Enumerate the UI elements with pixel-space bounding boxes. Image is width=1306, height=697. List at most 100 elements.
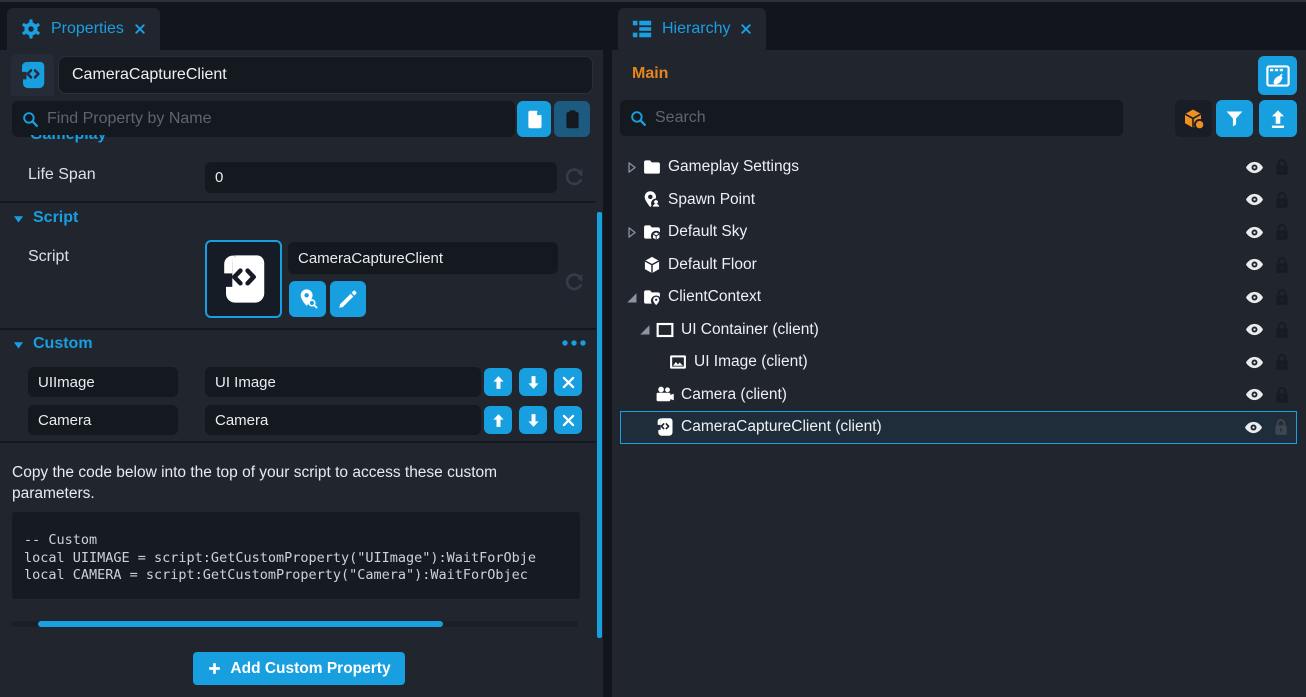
tree-row-ui-image[interactable]: UI Image (client): [620, 346, 1297, 379]
scene-name-label: Main: [632, 65, 668, 83]
custom-section-menu-icon[interactable]: [560, 338, 588, 348]
folder-pin-icon: [642, 287, 662, 307]
custom-parameters-help-text: Copy the code below into the top of your…: [12, 462, 568, 504]
code-line: local UIIMAGE = script:GetCustomProperty…: [24, 550, 580, 568]
code-line: -- Custom: [24, 532, 580, 550]
publish-scene-button[interactable]: [1258, 56, 1297, 95]
lock-icon[interactable]: [1272, 190, 1292, 210]
copy-properties-button[interactable]: [517, 101, 551, 137]
expand-collapsed-icon[interactable]: [623, 224, 640, 241]
chevron-down-icon[interactable]: [12, 213, 25, 226]
custom-property-name-input[interactable]: [28, 367, 178, 397]
hierarchy-search-box: [620, 100, 1123, 136]
vertical-scrollbar-thumb[interactable]: [597, 212, 602, 638]
expand-spacer: [636, 386, 653, 403]
chevron-down-icon[interactable]: [12, 339, 25, 352]
cube-icon: [642, 255, 662, 275]
close-x-icon: [560, 412, 577, 429]
custom-property-name-input[interactable]: [28, 405, 178, 435]
lock-icon[interactable]: [1272, 157, 1292, 177]
filter-button[interactable]: [1216, 100, 1253, 137]
section-custom-title[interactable]: Custom: [33, 335, 93, 353]
section-gameplay-title[interactable]: Gameplay: [30, 135, 106, 144]
lock-icon[interactable]: [1272, 287, 1292, 307]
custom-property-value-input[interactable]: [205, 367, 481, 397]
paste-properties-button[interactable]: [554, 101, 590, 137]
tree-row-default-floor[interactable]: Default Floor: [620, 249, 1297, 282]
collapse-expanded-icon[interactable]: [636, 321, 653, 338]
visibility-eye-icon[interactable]: [1244, 287, 1265, 308]
script-name-field[interactable]: [288, 242, 558, 274]
properties-scroll-area[interactable]: Gameplay Life Span Script Script: [0, 135, 596, 635]
visibility-eye-icon[interactable]: [1244, 222, 1265, 243]
delete-custom-property-button[interactable]: [554, 406, 582, 434]
lock-icon[interactable]: [1271, 417, 1291, 437]
expand-spacer: [623, 256, 640, 273]
collapse-expanded-icon[interactable]: [623, 289, 640, 306]
tab-properties-label: Properties: [51, 20, 124, 38]
property-search-input[interactable]: [47, 110, 506, 128]
hierarchy-body: Main Gameplay Settings: [612, 50, 1306, 697]
publish-scene-rocket-icon: [1265, 63, 1291, 89]
lock-icon[interactable]: [1272, 222, 1292, 242]
filter-funnel-icon: [1224, 108, 1245, 129]
hierarchy-panel: Hierarchy Main Gameplay Settings: [612, 0, 1306, 697]
script-row-label: Script: [28, 248, 69, 266]
object-name-input[interactable]: [58, 56, 593, 94]
tree-row-spawn-point[interactable]: Spawn Point: [620, 184, 1297, 217]
move-up-button[interactable]: [484, 406, 512, 434]
lock-icon[interactable]: [1272, 320, 1292, 340]
tab-hierarchy[interactable]: Hierarchy: [618, 8, 766, 50]
script-asset-thumbnail[interactable]: [205, 240, 282, 318]
ui-container-icon: [655, 320, 675, 340]
export-upload-button[interactable]: [1259, 100, 1297, 137]
visibility-eye-icon[interactable]: [1244, 352, 1265, 373]
tree-row-camera[interactable]: Camera (client): [620, 379, 1297, 412]
delete-custom-property-button[interactable]: [554, 368, 582, 396]
visibility-eye-icon[interactable]: [1244, 157, 1265, 178]
visibility-eye-icon[interactable]: [1244, 319, 1265, 340]
close-icon[interactable]: [133, 22, 147, 36]
expand-collapsed-icon[interactable]: [623, 159, 640, 176]
find-in-scene-pin-icon: [297, 288, 319, 310]
move-down-button[interactable]: [519, 368, 547, 396]
visibility-eye-icon[interactable]: [1243, 417, 1264, 438]
lock-icon[interactable]: [1272, 352, 1292, 372]
hierarchy-search-input[interactable]: [655, 109, 1114, 127]
expand-spacer: [623, 191, 640, 208]
script-icon: [217, 252, 271, 306]
template-button[interactable]: [1175, 100, 1212, 137]
arrow-up-icon: [490, 374, 507, 391]
tree-row-gameplay-settings[interactable]: Gameplay Settings: [620, 151, 1297, 184]
horizontal-scrollbar-thumb[interactable]: [38, 621, 443, 627]
tree-row-default-sky[interactable]: Default Sky: [620, 216, 1297, 249]
lock-icon[interactable]: [1272, 385, 1292, 405]
move-down-button[interactable]: [519, 406, 547, 434]
visibility-eye-icon[interactable]: [1244, 254, 1265, 275]
reset-icon[interactable]: [562, 270, 586, 294]
move-up-button[interactable]: [484, 368, 512, 396]
tab-properties[interactable]: Properties: [7, 8, 160, 50]
script-icon: [655, 417, 675, 437]
arrow-down-icon: [525, 412, 542, 429]
horizontal-scrollbar-track[interactable]: [12, 621, 578, 627]
script-icon: [18, 60, 48, 90]
tree-row-clientcontext[interactable]: ClientContext: [620, 281, 1297, 314]
spawn-point-icon: [642, 190, 662, 210]
life-span-input[interactable]: [205, 162, 557, 193]
section-script-title[interactable]: Script: [33, 209, 78, 227]
edit-script-button[interactable]: [330, 281, 366, 317]
add-custom-property-button[interactable]: Add Custom Property: [193, 652, 405, 685]
tree-row-ui-container[interactable]: UI Container (client): [620, 314, 1297, 347]
custom-property-value-input[interactable]: [205, 405, 481, 435]
arrow-down-icon: [525, 374, 542, 391]
tab-hierarchy-label: Hierarchy: [662, 20, 730, 38]
visibility-eye-icon[interactable]: [1244, 384, 1265, 405]
reset-icon[interactable]: [562, 165, 586, 189]
find-script-in-scene-button[interactable]: [289, 281, 326, 317]
close-icon[interactable]: [739, 22, 753, 36]
visibility-eye-icon[interactable]: [1244, 189, 1265, 210]
custom-parameters-code-block[interactable]: -- Custom local UIIMAGE = script:GetCust…: [12, 512, 580, 599]
tree-row-cameracaptureclient[interactable]: CameraCaptureClient (client): [620, 411, 1297, 444]
lock-icon[interactable]: [1272, 255, 1292, 275]
